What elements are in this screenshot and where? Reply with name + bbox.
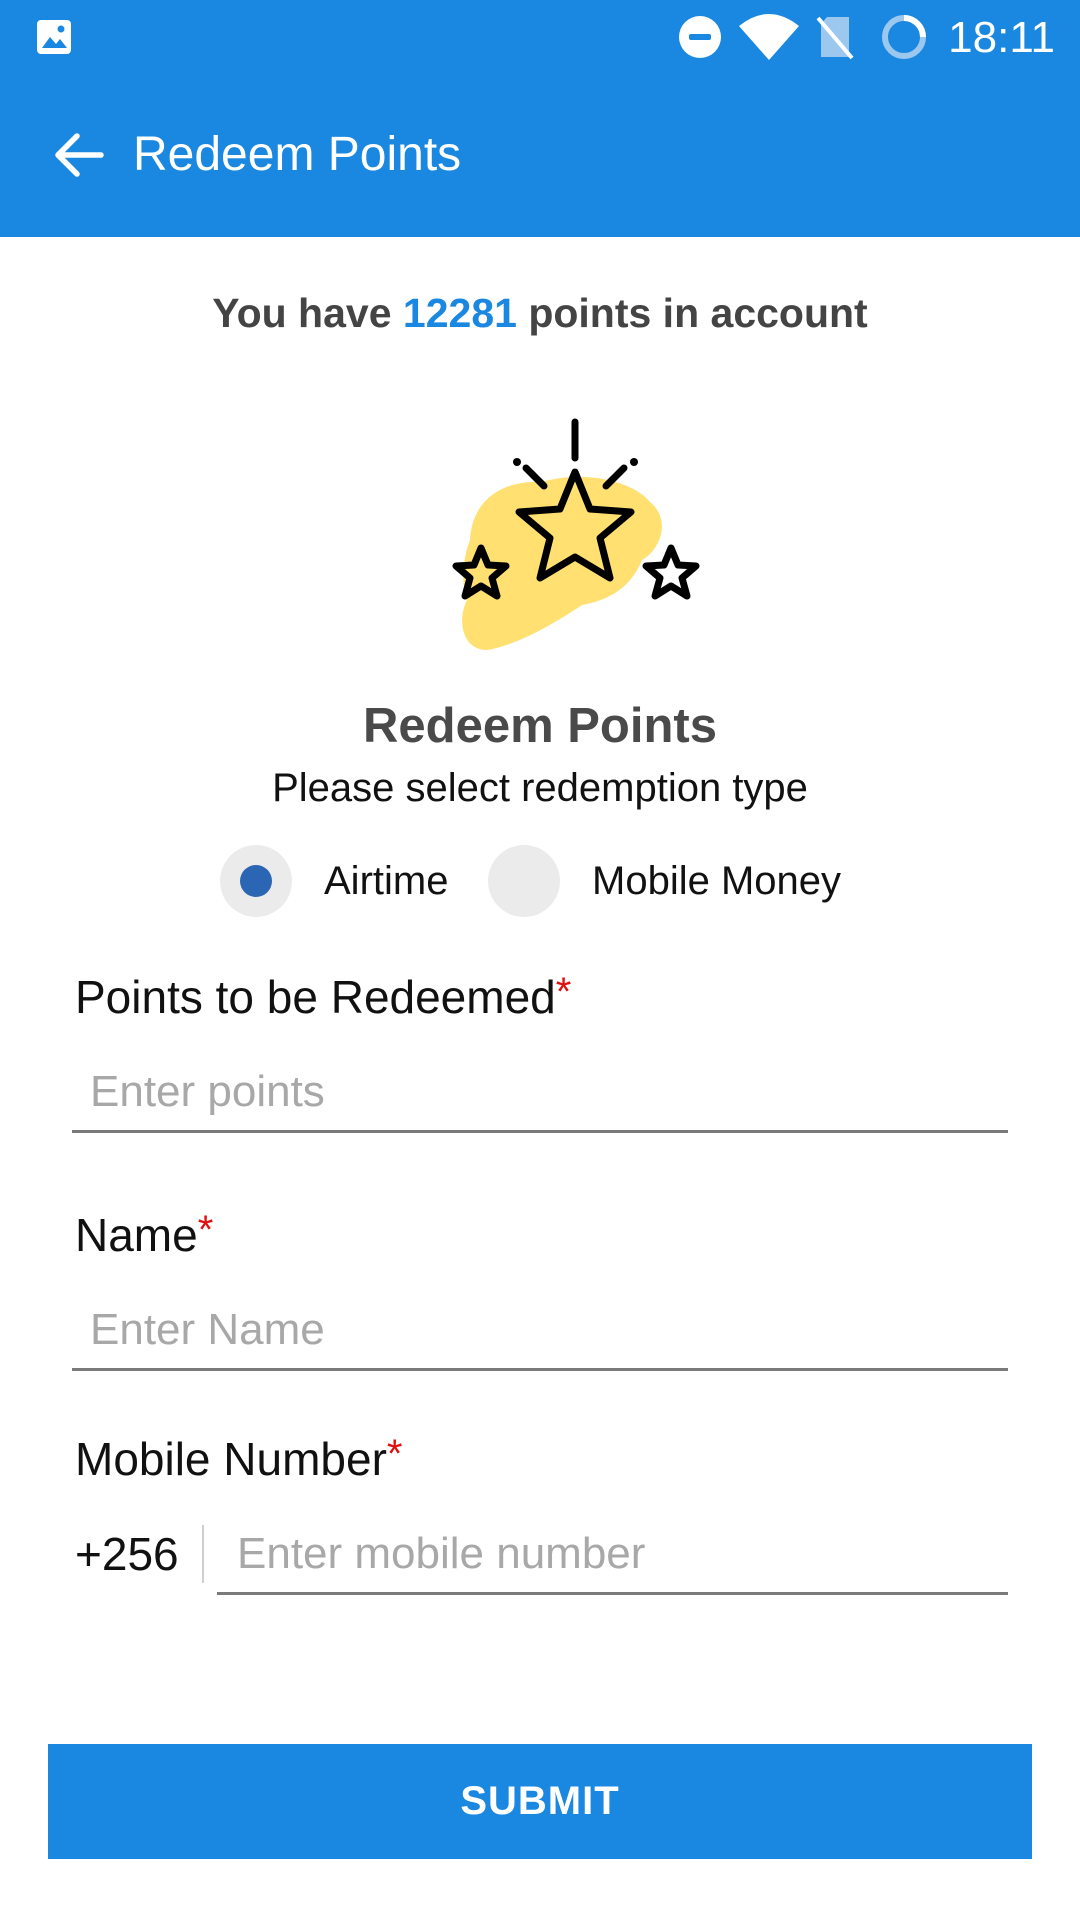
country-code: +256 [75, 1528, 179, 1580]
submit-button[interactable]: SUBMIT [48, 1744, 1032, 1859]
loading-icon [882, 15, 926, 59]
redemption-type-group: Airtime Mobile Money [0, 845, 1080, 920]
radio-airtime[interactable]: Airtime [220, 845, 448, 917]
required-mark: * [555, 970, 572, 1014]
points-prefix: You have [212, 290, 403, 336]
section-title: Redeem Points [363, 699, 717, 753]
name-label: Name* [75, 1208, 214, 1261]
stars-icon [452, 418, 700, 650]
radio-label: Airtime [324, 858, 449, 903]
mobile-label: Mobile Number* [75, 1432, 403, 1485]
points-input[interactable] [72, 1053, 1008, 1133]
arrow-back-icon [55, 133, 104, 177]
do-not-disturb-icon [679, 16, 721, 58]
wifi-icon [739, 14, 799, 60]
radio-unselected-indicator[interactable] [488, 845, 560, 917]
points-label: Points to be Redeemed* [75, 970, 572, 1023]
mobile-input[interactable] [217, 1515, 1008, 1595]
status-time: 18:11 [948, 13, 1055, 62]
name-input[interactable] [72, 1291, 1008, 1371]
radio-label: Mobile Money [592, 858, 842, 903]
required-mark: * [197, 1208, 214, 1252]
status-bar: 18:11 [0, 0, 1080, 75]
back-button[interactable] [44, 123, 114, 187]
radio-selected-indicator[interactable] [220, 845, 292, 917]
points-suffix: points in account [516, 290, 868, 336]
no-sim-icon [816, 16, 854, 60]
app-bar: Redeem Points [0, 75, 1080, 237]
required-mark: * [386, 1432, 403, 1476]
divider [202, 1525, 204, 1583]
points-summary: You have 12281 points in account [0, 290, 1080, 337]
image-icon [37, 20, 71, 54]
radio-mobile-money[interactable]: Mobile Money [488, 845, 841, 917]
section-subtitle: Please select redemption type [272, 766, 808, 810]
page-title: Redeem Points [133, 128, 462, 181]
points-value: 12281 [402, 290, 517, 336]
